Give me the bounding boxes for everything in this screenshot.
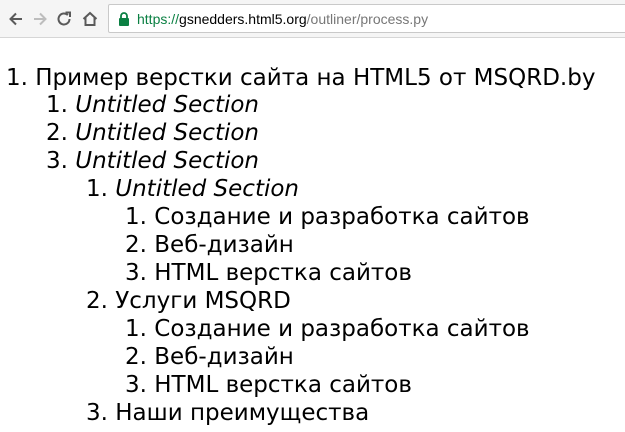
reload-icon[interactable]	[52, 7, 76, 31]
outline-heading: Пример верстки сайта на HTML5 от MSQRD.b…	[35, 65, 596, 91]
forward-icon[interactable]	[28, 7, 52, 31]
address-bar[interactable]: https://gsnedders.html5.org/outliner/pro…	[108, 4, 625, 33]
outline-number: 1.	[125, 316, 147, 342]
outline-number: 2.	[125, 232, 147, 258]
url-text: https://gsnedders.html5.org/outliner/pro…	[137, 11, 428, 27]
outline-item-1-3-2-1: 1. Создание и разработка сайтов	[125, 315, 530, 343]
outline-heading: Untitled Section	[115, 176, 300, 202]
outline-heading: Создание и разработка сайтов	[154, 316, 530, 342]
home-icon[interactable]	[78, 7, 102, 31]
outline-heading: Untitled Section	[75, 148, 260, 174]
outline-number: 2.	[46, 120, 68, 146]
url-scheme: https://	[137, 10, 180, 27]
outline-item-1-3-1-2: 2. Веб-дизайн	[125, 231, 294, 259]
outline-heading: Создание и разработка сайтов	[154, 204, 530, 230]
outline-heading: Untitled Section	[75, 120, 260, 146]
outline-item-1-1: 1. Untitled Section	[46, 91, 259, 119]
outline-item-1-3-3: 3. Наши преимущества	[86, 399, 369, 427]
outline-item-1-3-1-3: 3. HTML верстка сайтов	[125, 259, 412, 287]
outline-number: 1.	[46, 92, 68, 118]
outline-item-1-3-2-2: 2. Веб-дизайн	[125, 343, 294, 371]
outline-item-1-2: 2. Untitled Section	[46, 119, 259, 147]
outline-number: 1.	[6, 65, 28, 91]
outline-heading: HTML верстка сайтов	[154, 372, 412, 398]
back-icon[interactable]	[4, 7, 28, 31]
url-host: gsnedders.html5.org	[179, 10, 307, 27]
outline-heading: HTML верстка сайтов	[154, 260, 412, 286]
browser-toolbar: https://gsnedders.html5.org/outliner/pro…	[0, 0, 625, 38]
outline-item-1-3: 3. Untitled Section	[46, 147, 259, 175]
url-path: /outliner/process.py	[306, 10, 429, 27]
outline-item-1-3-1: 1. Untitled Section	[86, 175, 299, 203]
outline-number: 3.	[125, 260, 147, 286]
outline-number: 3.	[46, 148, 68, 174]
outline-number: 3.	[86, 400, 108, 426]
outline-heading: Наши преимущества	[115, 400, 370, 426]
outline-item-1-3-1-1: 1. Создание и разработка сайтов	[125, 203, 530, 231]
outline-heading: Веб-дизайн	[154, 232, 294, 258]
outline-item-1-3-2: 2. Услуги MSQRD	[86, 287, 291, 315]
outline-heading: Untitled Section	[75, 92, 260, 118]
outline-number: 3.	[125, 372, 147, 398]
outline-number: 1.	[125, 204, 147, 230]
outline-heading: Услуги MSQRD	[115, 288, 291, 314]
outline-item-1-3-2-3: 3. HTML верстка сайтов	[125, 371, 412, 399]
outline-number: 2.	[125, 344, 147, 370]
outline-heading: Веб-дизайн	[154, 344, 294, 370]
outline-item-root: 1. Пример верстки сайта на HTML5 от MSQR…	[6, 64, 595, 92]
lock-icon[interactable]	[117, 11, 131, 27]
outline-number: 1.	[86, 176, 108, 202]
outline-number: 2.	[86, 288, 108, 314]
